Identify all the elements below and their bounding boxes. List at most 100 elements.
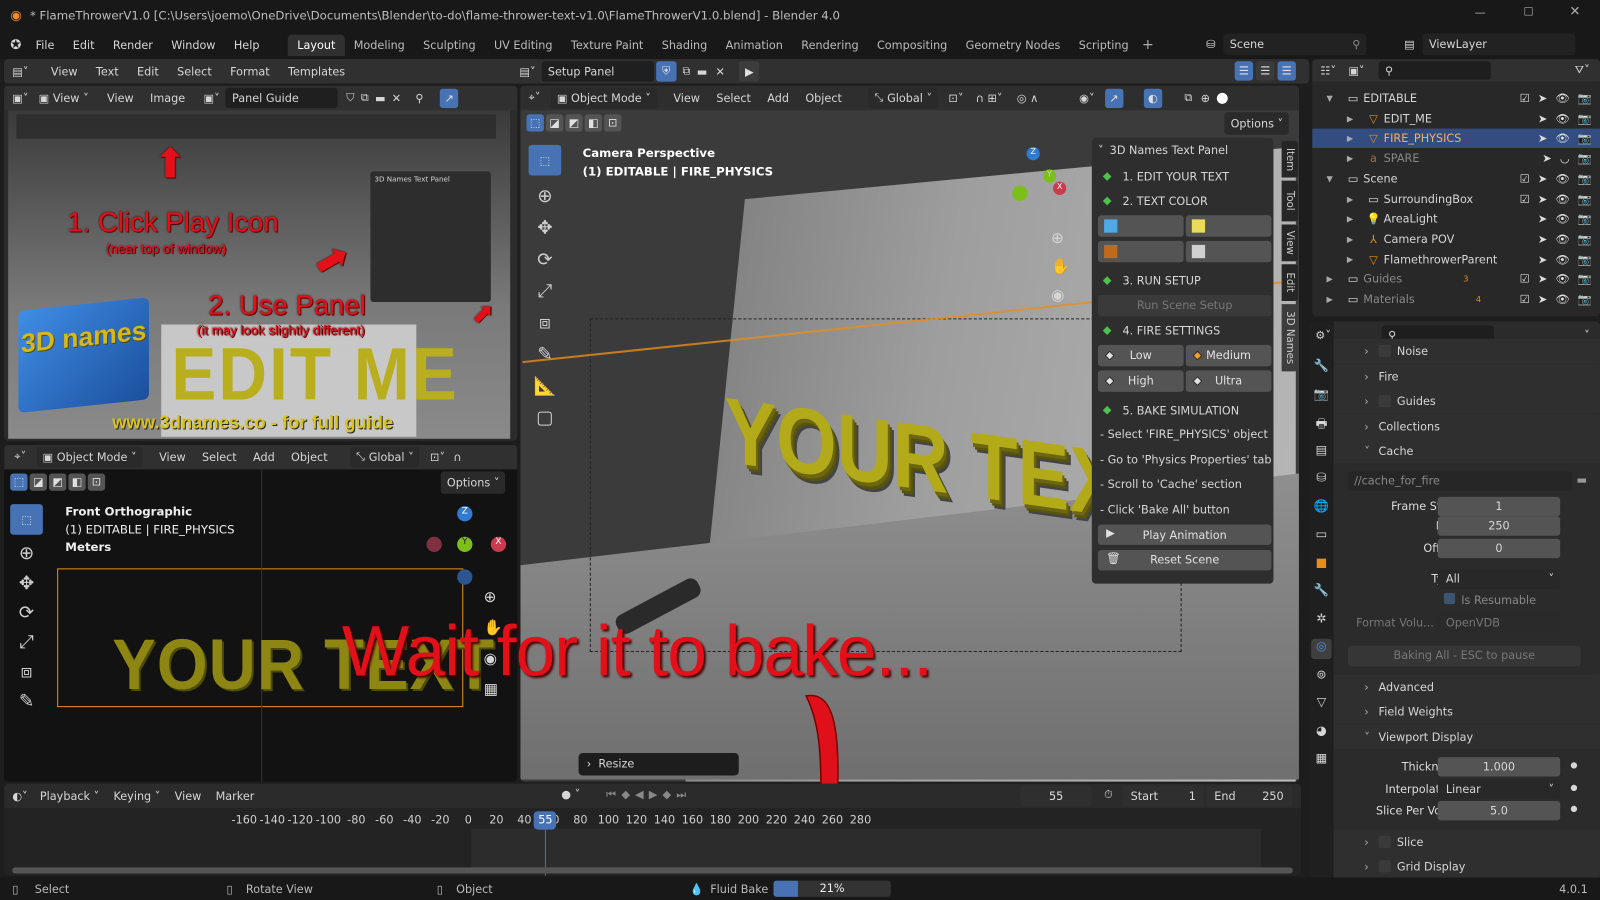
outliner-row-editable[interactable]: ▼ ▭ EDITABLE ☑ ➤ 👁 📷 <box>1312 89 1600 108</box>
view-mode-dropdown[interactable]: ▣ View ˅ <box>39 91 89 104</box>
scale-tool-icon[interactable]: ⤢ <box>529 281 562 302</box>
menu-view[interactable]: View <box>51 65 78 78</box>
eye-icon[interactable]: ◡ <box>1560 152 1570 165</box>
display-mode-icon[interactable]: ☷˅ <box>1320 64 1336 77</box>
camera-view-icon[interactable]: ◉ <box>1051 286 1070 304</box>
pin-image-icon[interactable]: ⚲ <box>415 91 423 104</box>
current-frame-field[interactable]: 55 <box>1020 785 1092 807</box>
image-name[interactable]: Panel Guide <box>232 91 299 104</box>
menu-view[interactable]: View <box>159 451 186 464</box>
overlay-toggle-icon[interactable]: ◐ <box>1143 88 1162 108</box>
eye-icon[interactable]: 👁 <box>1555 273 1569 286</box>
eye-icon[interactable]: 👁 <box>1555 293 1569 306</box>
properties-tab-texture-icon[interactable]: ▦ <box>1311 751 1331 771</box>
properties-tab-physics-icon[interactable]: ◎ <box>1311 638 1332 660</box>
pan-hand-icon[interactable]: ✋ <box>1051 257 1070 275</box>
camera-render-icon[interactable]: 📷 <box>1578 152 1592 165</box>
open-image-icon[interactable]: ▬ <box>375 91 386 104</box>
snap-icon[interactable]: ∩ ⊞˅ <box>976 91 1003 104</box>
camera-render-icon[interactable]: 📷 <box>1578 233 1592 246</box>
menu-window[interactable]: Window <box>171 38 215 51</box>
gizmo-neg-z-axis[interactable] <box>457 569 473 585</box>
unlink-image-icon[interactable]: ✕ <box>392 91 401 104</box>
outliner-row-flamethrowerparent[interactable]: ▶ ▽ FlamethrowerParent ➤ 👁 📷 <box>1312 250 1600 269</box>
exclude-checkbox[interactable]: ☑ <box>1520 273 1530 286</box>
outliner-row-arealight[interactable]: ▶ 💡 AreaLight ➤ 👁 📷 <box>1312 209 1600 228</box>
is-resumable-checkbox[interactable]: Is Resumable <box>1443 592 1536 607</box>
rotate-tool-icon[interactable]: ⟳ <box>529 249 562 270</box>
properties-tab-object-icon[interactable]: ■ <box>1311 555 1331 575</box>
panel-enable-checkbox[interactable] <box>1378 835 1391 848</box>
menu-file[interactable]: File <box>36 38 55 51</box>
camera-render-icon[interactable]: 📷 <box>1578 132 1592 145</box>
rotate-tool-icon[interactable]: ⟳ <box>10 602 43 623</box>
collapsed-arrow-icon[interactable]: ▶ <box>1347 214 1363 223</box>
exclude-checkbox[interactable]: ☑ <box>1520 293 1530 306</box>
eye-icon[interactable]: 👁 <box>1555 92 1569 105</box>
menu-edit[interactable]: Edit <box>73 38 95 51</box>
playhead[interactable]: 55 <box>534 811 557 830</box>
play-animation-button[interactable]: ▶ Play Animation <box>1097 524 1272 545</box>
menu-add[interactable]: Add <box>253 451 275 464</box>
eye-icon[interactable]: 👁 <box>1555 172 1569 185</box>
word-wrap-toggle-icon[interactable]: ☰ <box>1256 61 1275 81</box>
selectable-arrow-icon[interactable]: ➤ <box>1538 132 1547 145</box>
select-subtract-icon[interactable]: ◩ <box>48 473 67 491</box>
outliner-row-guides[interactable]: ▶ ▭ Guides 3 ☑ ➤ 👁 📷 <box>1312 270 1600 289</box>
exclude-checkbox[interactable]: ☑ <box>1520 92 1530 105</box>
snap-icon[interactable]: ∩ <box>453 451 461 464</box>
workspace-tab-rendering[interactable]: Rendering <box>792 34 868 55</box>
npanel-header[interactable]: ˅ 3D Names Text Panel <box>1092 138 1274 162</box>
annotate-tool-icon[interactable]: ✎ <box>10 691 43 712</box>
folder-icon[interactable]: ▬ <box>1577 473 1588 486</box>
panel-header[interactable]: › Advanced <box>1333 674 1600 699</box>
bake-progress-bar[interactable]: 21% <box>773 880 891 897</box>
properties-tab-view-layer-icon[interactable]: ▤ <box>1311 442 1331 462</box>
gizmo-z-axis[interactable]: Z <box>1026 146 1040 161</box>
new-image-icon[interactable]: ⧉ <box>361 91 369 105</box>
select-new-icon[interactable]: ⬚ <box>526 114 544 132</box>
sidebar-tab-3d-names[interactable]: 3D Names <box>1281 304 1298 372</box>
visibility-icon[interactable]: ◉˅ <box>1079 91 1094 104</box>
camera-render-icon[interactable]: 📷 <box>1578 92 1592 105</box>
mode-dropdown[interactable]: ▣ Object Mode ˅ <box>36 446 143 468</box>
workspace-tab-animation[interactable]: Animation <box>716 34 792 55</box>
front-nav-gizmo[interactable]: Z Y X <box>422 506 514 588</box>
thickness-field[interactable]: 1.000 <box>1437 757 1561 777</box>
menu-select[interactable]: Select <box>716 91 751 104</box>
exclude-checkbox[interactable]: ☑ <box>1520 192 1530 205</box>
camera-render-icon[interactable]: 📷 <box>1578 253 1592 266</box>
playback-controls[interactable]: ⏮◆◀▶◆⏭ <box>606 788 691 802</box>
menu-marker[interactable]: Marker <box>216 789 255 802</box>
menu-help[interactable]: Help <box>234 38 260 51</box>
filter-icon[interactable]: ⛛˅ <box>1575 63 1590 77</box>
menu-object[interactable]: Object <box>805 91 842 104</box>
gizmo-x-axis[interactable]: X <box>1053 181 1067 195</box>
line-numbers-toggle-icon[interactable]: ☰ <box>1234 61 1254 81</box>
gizmo-neg-x-axis[interactable] <box>426 536 442 553</box>
outliner-row-camera-pov[interactable]: ▶ ⅄ Camera POV ➤ 👁 📷 <box>1312 229 1600 248</box>
properties-tab-data-icon[interactable]: ▽ <box>1311 695 1331 715</box>
editor-type-icon[interactable]: ◐˅ <box>12 789 27 802</box>
shading-solid-icon[interactable]: ● <box>1216 90 1228 106</box>
text-editor-browse-icon[interactable]: ▤˅ <box>519 65 535 78</box>
exclude-checkbox[interactable]: ☑ <box>1520 172 1530 185</box>
cache-type-dropdown[interactable]: All ˅ <box>1437 569 1561 589</box>
menu-keying[interactable]: Keying ˅ <box>113 789 160 802</box>
panel-enable-checkbox[interactable] <box>1378 394 1391 408</box>
panel-header[interactable]: › Fire <box>1333 364 1600 389</box>
frame-end-field[interactable]: 250 <box>1437 516 1561 536</box>
collapsed-arrow-icon[interactable]: ▶ <box>1327 295 1343 304</box>
camera-render-icon[interactable]: 📷 <box>1578 293 1592 306</box>
collapsed-arrow-icon[interactable]: ▶ <box>1347 194 1363 203</box>
collapsed-arrow-icon[interactable]: ▶ <box>1347 154 1363 163</box>
gizmo-z-axis[interactable]: Z <box>457 506 473 522</box>
workspace-tab-modeling[interactable]: Modeling <box>345 34 414 55</box>
image-editor-type-icon[interactable]: ▣˅ <box>12 91 28 104</box>
outliner-row-scene[interactable]: ▼ ▭ Scene ☑ ➤ 👁 📷 <box>1312 169 1600 188</box>
expanded-arrow-icon[interactable]: ▼ <box>1327 94 1343 103</box>
camera-render-icon[interactable]: 📷 <box>1578 212 1592 225</box>
selectable-arrow-icon[interactable]: ➤ <box>1538 233 1547 246</box>
workspace-tab-uv-editing[interactable]: UV Editing <box>485 34 562 55</box>
add-cube-tool-icon[interactable]: ▢ <box>529 407 562 428</box>
